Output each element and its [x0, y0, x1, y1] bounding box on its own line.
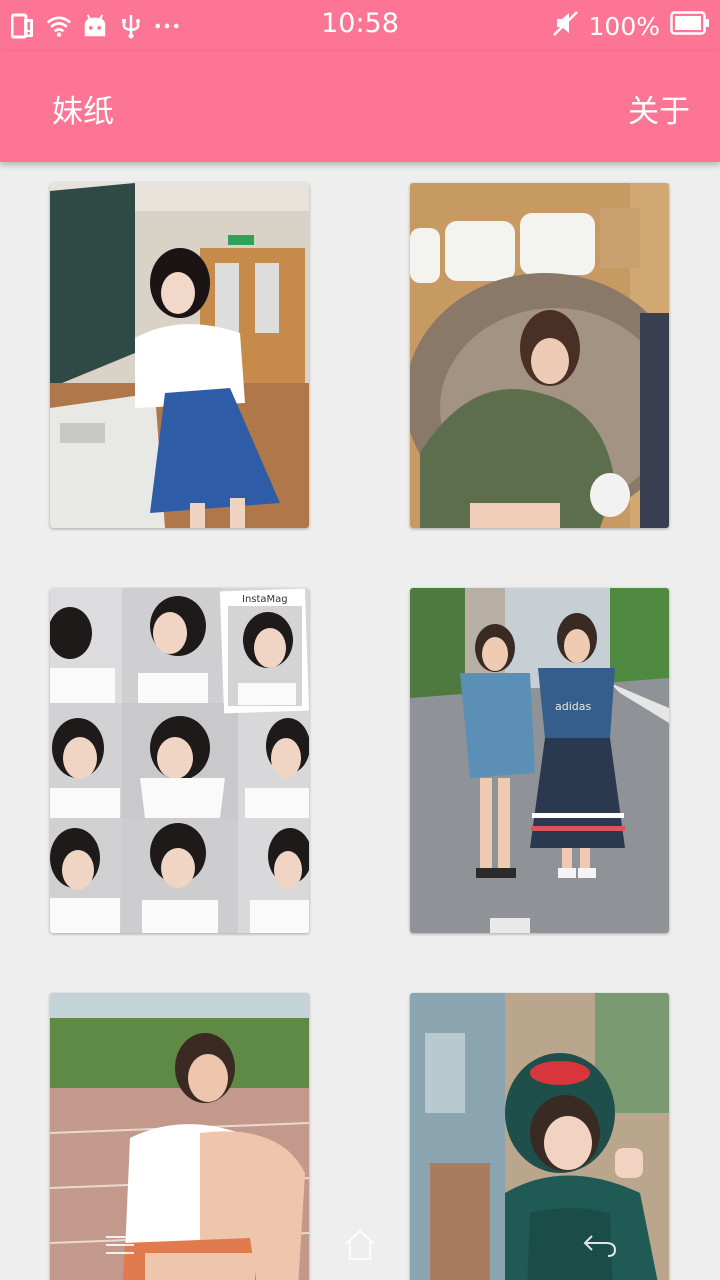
navigation-bar — [0, 1210, 720, 1280]
menu-icon[interactable] — [90, 1220, 150, 1270]
status-right-icons: 100% — [551, 10, 710, 42]
photo-image — [410, 183, 669, 528]
mute-icon — [551, 9, 579, 43]
adidas-print: adidas — [555, 700, 592, 713]
photo-card-4[interactable]: adidas — [410, 588, 669, 933]
app-bar: 妹纸 关于 — [0, 52, 720, 162]
photo-card-2[interactable] — [410, 183, 669, 528]
battery-percent: 100% — [588, 11, 660, 41]
photo-image — [50, 183, 309, 528]
photo-card-3[interactable]: InstaMag — [50, 588, 309, 933]
home-icon[interactable] — [330, 1220, 390, 1270]
status-bar: 10:58 100% — [0, 0, 720, 52]
photo-card-1[interactable] — [50, 183, 309, 528]
battery-icon — [670, 11, 710, 41]
instamag-label: InstaMag — [242, 594, 288, 605]
app-title: 妹纸 — [52, 94, 114, 130]
photo-image: adidas — [410, 588, 669, 933]
back-icon[interactable] — [570, 1220, 630, 1270]
about-button[interactable]: 关于 — [628, 86, 690, 131]
photo-grid[interactable]: InstaMag adidas — [0, 162, 720, 1280]
photo-image: InstaMag — [50, 588, 309, 933]
